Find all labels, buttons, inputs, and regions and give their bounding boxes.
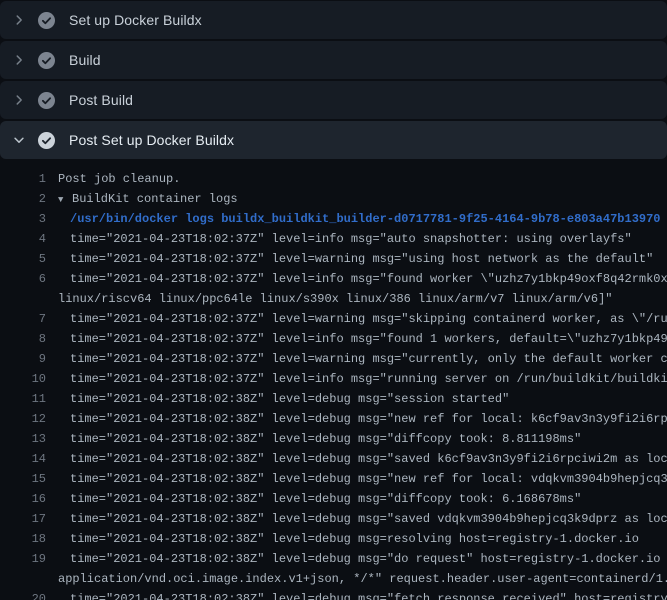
log-line-number[interactable]: 17 <box>0 509 46 529</box>
log-line-text: time="2021-04-23T18:02:38Z" level=debug … <box>58 549 667 569</box>
log-line-text: ▼BuildKit container logs <box>58 189 238 209</box>
log-line-number[interactable]: 16 <box>0 489 46 509</box>
log-line-number[interactable]: 8 <box>0 329 46 349</box>
log-line: 16 time="2021-04-23T18:02:38Z" level=debu… <box>0 489 667 509</box>
log-line-text: time="2021-04-23T18:02:38Z" level=debug … <box>58 589 667 600</box>
check-circle-icon <box>38 12 55 29</box>
log-line-number[interactable]: 20 <box>0 589 46 600</box>
log-group-label: BuildKit container logs <box>72 192 238 206</box>
log-line: 7 time="2021-04-23T18:02:37Z" level=warni… <box>0 309 667 329</box>
log-line-number[interactable]: 15 <box>0 469 46 489</box>
log-line-number[interactable]: 1 <box>0 169 46 189</box>
log-line-number[interactable]: 10 <box>0 369 46 389</box>
log-line: 20 time="2021-04-23T18:02:38Z" level=debu… <box>0 589 667 600</box>
log-line: 6 time="2021-04-23T18:02:37Z" level=info … <box>0 269 667 289</box>
log-line-number[interactable]: 13 <box>0 429 46 449</box>
chevron-right-icon[interactable] <box>12 12 26 28</box>
log-line: 10 time="2021-04-23T18:02:37Z" level=info… <box>0 369 667 389</box>
log-line-number <box>0 289 46 309</box>
log-line-number[interactable]: 11 <box>0 389 46 409</box>
log-line-number[interactable]: 14 <box>0 449 46 469</box>
log-line: 19 time="2021-04-23T18:02:38Z" level=debu… <box>0 549 667 569</box>
steps-list: Set up Docker Buildx Build Post Build Post … <box>0 0 667 159</box>
log-line: 8 time="2021-04-23T18:02:37Z" level=info … <box>0 329 667 349</box>
log-line-number[interactable]: 19 <box>0 549 46 569</box>
log-line-text: linux/riscv64 linux/ppc64le linux/s390x … <box>58 289 613 309</box>
step-row-build[interactable]: Build <box>0 41 667 79</box>
log-line-text: time="2021-04-23T18:02:38Z" level=debug … <box>58 529 639 549</box>
actions-log-viewer: Set up Docker Buildx Build Post Build Post … <box>0 0 667 600</box>
log-line: 5 time="2021-04-23T18:02:37Z" level=warni… <box>0 249 667 269</box>
log-line-number[interactable]: 18 <box>0 529 46 549</box>
log-line-text: time="2021-04-23T18:02:37Z" level=info m… <box>58 329 667 349</box>
log-line-text: time="2021-04-23T18:02:37Z" level=warnin… <box>58 249 653 269</box>
log-line-number[interactable]: 6 <box>0 269 46 289</box>
log-line: 18 time="2021-04-23T18:02:38Z" level=debu… <box>0 529 667 549</box>
log-line: 14 time="2021-04-23T18:02:38Z" level=debu… <box>0 449 667 469</box>
chevron-right-icon[interactable] <box>12 92 26 108</box>
log-line-text: time="2021-04-23T18:02:38Z" level=debug … <box>58 509 667 529</box>
step-row-set-up-docker-buildx[interactable]: Set up Docker Buildx <box>0 1 667 39</box>
chevron-right-icon[interactable] <box>12 52 26 68</box>
log-line-number[interactable]: 9 <box>0 349 46 369</box>
step-row-post-build[interactable]: Post Build <box>0 81 667 119</box>
log-line: 15 time="2021-04-23T18:02:38Z" level=debu… <box>0 469 667 489</box>
log-line-number[interactable]: 3 <box>0 209 46 229</box>
log-line: 2 ▼BuildKit container logs <box>0 189 667 209</box>
chevron-down-icon[interactable] <box>12 132 26 148</box>
log-panel: 1 Post job cleanup. 2 ▼BuildKit container l… <box>0 161 667 600</box>
log-line: application/vnd.oci.image.index.v1+json,… <box>0 569 667 589</box>
log-line-text: time="2021-04-23T18:02:37Z" level=info m… <box>58 269 667 289</box>
log-line-number[interactable]: 5 <box>0 249 46 269</box>
step-label: Post Set up Docker Buildx <box>69 132 234 148</box>
log-line-text: time="2021-04-23T18:02:37Z" level=info m… <box>58 229 632 249</box>
log-line: 17 time="2021-04-23T18:02:38Z" level=debu… <box>0 509 667 529</box>
log-line-number[interactable]: 4 <box>0 229 46 249</box>
log-line-number[interactable]: 2 <box>0 189 46 209</box>
log-line-text: Post job cleanup. <box>58 169 180 189</box>
log-line-number[interactable]: 12 <box>0 409 46 429</box>
log-line-number[interactable]: 7 <box>0 309 46 329</box>
check-circle-icon <box>38 52 55 69</box>
log-line: 11 time="2021-04-23T18:02:38Z" level=debu… <box>0 389 667 409</box>
log-line-text: time="2021-04-23T18:02:37Z" level=info m… <box>58 369 667 389</box>
log-line-text: time="2021-04-23T18:02:37Z" level=warnin… <box>58 309 667 329</box>
log-line: 3/usr/bin/docker logs buildx_buildkit_bu… <box>0 209 667 229</box>
check-circle-icon <box>38 132 55 149</box>
log-line-text: time="2021-04-23T18:02:37Z" level=warnin… <box>58 349 667 369</box>
step-label: Set up Docker Buildx <box>69 12 202 28</box>
log-line-text: application/vnd.oci.image.index.v1+json,… <box>58 569 667 589</box>
log-line: 4 time="2021-04-23T18:02:37Z" level=info … <box>0 229 667 249</box>
log-line-text: time="2021-04-23T18:02:38Z" level=debug … <box>58 449 667 469</box>
step-row-post-set-up-docker-buildx[interactable]: Post Set up Docker Buildx <box>0 121 667 159</box>
log-line: 1 Post job cleanup. <box>0 169 667 189</box>
log-line-text: time="2021-04-23T18:02:38Z" level=debug … <box>58 409 667 429</box>
log-line: 12 time="2021-04-23T18:02:38Z" level=debu… <box>0 409 667 429</box>
log-command-text: /usr/bin/docker logs buildx_buildkit_bui… <box>58 209 661 229</box>
check-circle-icon <box>38 92 55 109</box>
log-line: 9 time="2021-04-23T18:02:37Z" level=warni… <box>0 349 667 369</box>
collapse-triangle-icon[interactable]: ▼ <box>58 190 72 209</box>
log-line-number <box>0 569 46 589</box>
step-label: Post Build <box>69 92 133 108</box>
log-line-text: time="2021-04-23T18:02:38Z" level=debug … <box>58 429 581 449</box>
step-label: Build <box>69 52 101 68</box>
log-line: 13 time="2021-04-23T18:02:38Z" level=debu… <box>0 429 667 449</box>
log-line-text: time="2021-04-23T18:02:38Z" level=debug … <box>58 389 509 409</box>
log-line: linux/riscv64 linux/ppc64le linux/s390x … <box>0 289 667 309</box>
log-line-text: time="2021-04-23T18:02:38Z" level=debug … <box>58 489 581 509</box>
log-line-text: time="2021-04-23T18:02:38Z" level=debug … <box>58 469 667 489</box>
